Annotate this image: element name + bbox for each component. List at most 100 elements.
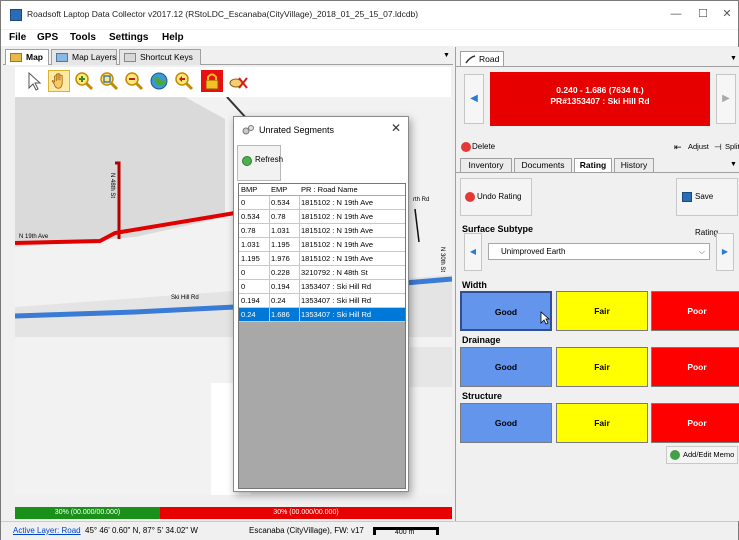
cell-road-name: 3210792 : N 48th St (301, 268, 368, 277)
tab-dropdown-icon[interactable]: ▼ (443, 52, 450, 59)
divider (456, 172, 739, 173)
cell-bmp: 1.195 (241, 254, 260, 263)
drainage-heading: Drainage (462, 335, 501, 345)
zoom-out-icon[interactable] (123, 70, 145, 92)
menu-help[interactable]: Help (162, 32, 184, 43)
clear-selection-icon[interactable] (227, 70, 249, 92)
cell-bmp: 1.031 (241, 240, 260, 249)
structure-poor-button[interactable]: Poor (651, 403, 739, 443)
tab-shortcut-keys-label: Shortcut Keys (140, 52, 193, 62)
subtab-history[interactable]: History (614, 158, 654, 172)
app-icon (10, 9, 22, 21)
pointer-icon[interactable] (23, 70, 45, 92)
subtab-documents[interactable]: Documents (514, 158, 572, 172)
menu-settings[interactable]: Settings (109, 32, 148, 43)
segment-info-box: 0.240 - 1.686 (7634 ft.) PR#1353407 : Sk… (490, 72, 710, 126)
table-row[interactable]: 0.194 0.24 1353407 : Ski Hill Rd (239, 294, 405, 308)
menu-tools[interactable]: Tools (70, 32, 96, 43)
title-bar: Roadsoft Laptop Data Collector v2017.12 … (1, 1, 738, 29)
right-panel: Road ▼ ◀ 0.240 - 1.686 (7634 ft.) PR#135… (455, 47, 739, 521)
cell-bmp: 0 (241, 198, 246, 207)
menu-file[interactable]: File (9, 32, 26, 43)
drainage-fair-button[interactable]: Fair (556, 347, 648, 387)
prev-segment-button[interactable]: ◀ (464, 74, 484, 124)
table-row[interactable]: 0 0.228 3210792 : N 48th St (239, 266, 405, 280)
column-header-road-name[interactable]: PR : Road Name (301, 185, 405, 194)
status-bar: Active Layer: Road 45° 46' 0.60" N, 87° … (1, 521, 738, 540)
subtab-rating[interactable]: Rating (574, 158, 612, 172)
structure-good-button[interactable]: Good (460, 403, 552, 443)
add-edit-memo-button[interactable]: Add/Edit Memo (666, 446, 738, 464)
width-poor-button[interactable]: Poor (651, 291, 739, 331)
table-row[interactable]: 0 0.194 1353407 : Ski Hill Rd (239, 280, 405, 294)
drainage-poor-button[interactable]: Poor (651, 347, 739, 387)
width-good-button[interactable]: Good (460, 291, 552, 331)
cell-bmp: 0.534 (241, 212, 260, 221)
zoom-previous-icon[interactable] (173, 70, 195, 92)
pan-hand-icon[interactable] (48, 70, 70, 92)
column-divider (299, 294, 300, 307)
column-divider (269, 294, 270, 307)
table-row[interactable]: 0.534 0.78 1815102 : N 19th Ave (239, 210, 405, 224)
surface-next-button[interactable]: ▶ (716, 233, 734, 271)
tab-shortcut-keys[interactable]: Shortcut Keys (119, 49, 201, 65)
split-button[interactable]: ⊣ Split (714, 130, 739, 164)
cursor-coordinates: 45° 46' 0.60" N, 87° 5' 34.02" W (85, 526, 198, 535)
cell-emp: 1.031 (271, 226, 290, 235)
subtab-inventory[interactable]: Inventory (460, 158, 512, 172)
app-window: Roadsoft Laptop Data Collector v2017.12 … (0, 0, 739, 540)
table-row[interactable]: 1.031 1.195 1815102 : N 19th Ave (239, 238, 405, 252)
active-layer-link[interactable]: Active Layer: Road (13, 526, 81, 535)
road-icon (465, 55, 476, 64)
refresh-button[interactable]: Refresh (237, 145, 283, 181)
surface-prev-button[interactable]: ◀ (464, 233, 482, 271)
tab-map-layers[interactable]: Map Layers (51, 49, 117, 65)
drainage-good-button[interactable]: Good (460, 347, 552, 387)
table-row[interactable]: 0 0.534 1815102 : N 19th Ave (239, 196, 405, 210)
undo-rating-label: Undo Rating (477, 192, 522, 201)
tab-road[interactable]: Road (460, 51, 504, 66)
zoom-in-icon[interactable] (73, 70, 95, 92)
minimize-button[interactable]: — (666, 7, 686, 21)
cell-emp: 1.686 (271, 310, 290, 319)
cell-road-name: 1353407 : Ski Hill Rd (301, 296, 372, 305)
column-divider (269, 238, 270, 251)
dialog-title: Unrated Segments (259, 125, 335, 135)
zoom-extent-icon[interactable] (148, 70, 170, 92)
panel-dropdown-icon[interactable]: ▼ (730, 55, 737, 62)
adjust-label: Adjust (688, 142, 709, 151)
segment-range: 0.240 - 1.686 (7634 ft.) (556, 85, 644, 95)
column-divider (299, 252, 300, 265)
table-row[interactable]: 0.78 1.031 1815102 : N 19th Ave (239, 224, 405, 238)
save-rating-label: Save Rating (695, 192, 719, 237)
map-icon (10, 53, 22, 62)
split-label: Split (725, 142, 739, 151)
zoom-window-icon[interactable] (98, 70, 120, 92)
cell-bmp: 0 (241, 282, 246, 291)
close-button[interactable]: ✕ (717, 7, 737, 21)
column-header-bmp[interactable]: BMP (241, 185, 269, 194)
next-segment-button[interactable]: ▶ (716, 74, 736, 124)
region-label: Escanaba (CityVillage), FW: v17 (249, 526, 364, 535)
width-fair-button[interactable]: Fair (556, 291, 648, 331)
column-divider (269, 266, 270, 279)
tab-map[interactable]: Map (5, 49, 49, 65)
structure-fair-button[interactable]: Fair (556, 403, 648, 443)
maximize-button[interactable]: ☐ (693, 7, 713, 21)
save-rating-button[interactable]: Save Rating (676, 178, 738, 237)
cell-emp: 1.976 (271, 254, 290, 263)
dialog-close-icon[interactable]: ✕ (391, 121, 401, 135)
menu-gps[interactable]: GPS (37, 32, 58, 43)
layers-icon (56, 53, 68, 62)
column-header-emp[interactable]: EMP (271, 185, 299, 194)
scale-bar: 400 m (373, 525, 439, 538)
subtab-dropdown-icon[interactable]: ▼ (730, 161, 737, 168)
table-row[interactable]: 0.24 1.686 1353407 : Ski Hill Rd (239, 308, 405, 322)
undo-rating-button[interactable]: Undo Rating (460, 178, 532, 216)
structure-heading: Structure (462, 391, 503, 401)
table-row[interactable]: 1.195 1.976 1815102 : N 19th Ave (239, 252, 405, 266)
adjust-button[interactable]: ⇤ Adjust (674, 130, 712, 164)
lock-icon[interactable] (201, 70, 223, 92)
column-divider (269, 280, 270, 293)
surface-subtype-select[interactable]: Unimproved Earth ⌵ (488, 243, 710, 260)
